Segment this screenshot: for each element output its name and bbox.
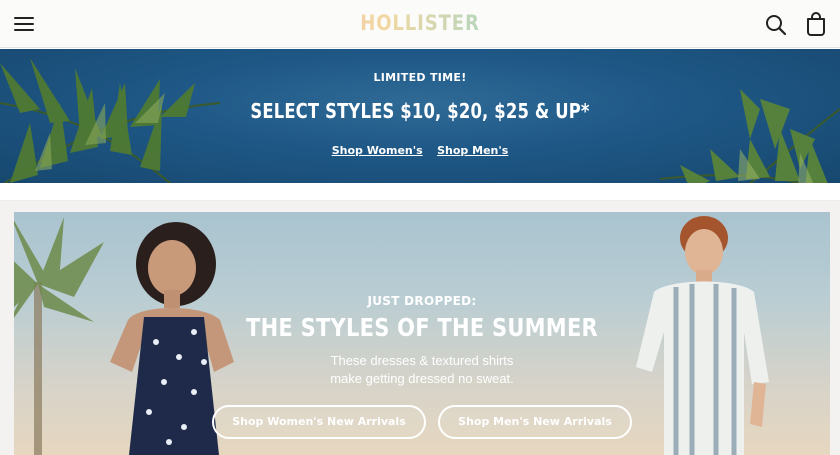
- hero-subtitle: These dresses & textured shirts make get…: [14, 352, 830, 388]
- site-header: HOLLISTER: [0, 0, 840, 48]
- hero-banner: JUST DROPPED: THE STYLES OF THE SUMMER T…: [14, 212, 830, 455]
- hero-kicker: JUST DROPPED:: [367, 294, 477, 308]
- promo-links: Shop Women's Shop Men's: [0, 141, 840, 159]
- promo-banner: LIMITED TIME! SELECT STYLES $10, $20, $2…: [0, 49, 840, 183]
- shopping-bag-icon[interactable]: [804, 11, 828, 37]
- search-icon[interactable]: [764, 13, 788, 37]
- shop-womens-new-arrivals-button[interactable]: Shop Women's New Arrivals: [212, 405, 426, 439]
- promo-kicker: LIMITED TIME!: [373, 71, 467, 84]
- hero-subtitle-line: make getting dressed no sweat.: [330, 371, 514, 386]
- hero-title: THE STYLES OF THE SUMMER: [246, 313, 598, 342]
- hero-subtitle-line: These dresses & textured shirts: [330, 353, 514, 368]
- promo-headline: SELECT STYLES $10, $20, $25 & UP*: [250, 99, 590, 123]
- section-divider: [0, 183, 840, 201]
- shop-mens-new-arrivals-button[interactable]: Shop Men's New Arrivals: [438, 405, 632, 439]
- shop-womens-link[interactable]: Shop Women's: [332, 144, 423, 157]
- brand-logo[interactable]: HOLLISTER: [59, 11, 781, 35]
- palm-leaves-right-image: [659, 89, 840, 183]
- hamburger-menu-icon[interactable]: [12, 14, 36, 34]
- shop-mens-link[interactable]: Shop Men's: [437, 144, 508, 157]
